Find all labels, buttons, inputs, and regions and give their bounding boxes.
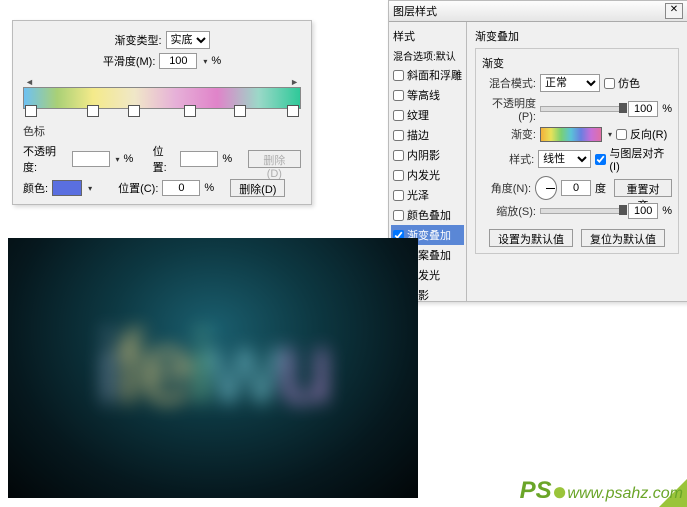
effect-checkbox[interactable] [393,210,404,221]
effect-item[interactable]: 纹理 [391,105,464,125]
effect-item[interactable]: 光泽 [391,185,464,205]
gradient-editor-panel: 渐变类型: 实底 平滑度(M): ▾ % ◄► 色标 不透明度: ▾ % 位置:… [12,20,312,205]
align-checkbox[interactable]: 与图层对齐(I) [595,145,672,173]
effect-checkbox[interactable] [393,150,404,161]
effect-label: 等高线 [407,87,440,103]
effect-item[interactable]: 等高线 [391,85,464,105]
right-arrow-icon[interactable]: ► [290,77,299,87]
gradient-stop[interactable] [184,105,196,117]
opacity-label: 不透明度(P): [482,95,536,123]
preview-text: ifeiwu [8,238,418,498]
stop-position-input [180,151,218,167]
effect-checkbox[interactable] [393,130,404,141]
dither-checkbox[interactable]: 仿色 [604,75,640,91]
stops-section-title: 色标 [23,123,301,139]
smoothness-input[interactable] [159,53,197,69]
stop-opacity-input [72,151,110,167]
dropdown-icon[interactable]: ▾ [88,184,92,193]
blend-mode-select[interactable]: 正常 [540,74,600,92]
effect-label: 光泽 [407,187,429,203]
effect-label: 内阴影 [407,147,440,163]
layer-style-dialog: 图层样式 ✕ 样式 混合选项:默认 斜面和浮雕等高线纹理描边内阴影内发光光泽颜色… [388,0,687,302]
style-select[interactable]: 线性 [538,150,591,168]
group-title: 渐变叠加 [475,28,679,44]
scale-label: 缩放(S): [482,203,536,219]
percent-label: % [222,153,232,165]
watermark: PS●www.psahz.com [520,474,683,505]
angle-label: 角度(N): [482,180,531,196]
reset-default-button[interactable]: 复位为默认值 [581,229,665,247]
effect-item[interactable]: 内发光 [391,165,464,185]
close-icon[interactable]: ✕ [665,3,683,19]
left-arrow-icon[interactable]: ◄ [25,77,34,87]
color-position-label: 位置(C): [118,180,158,196]
gradient-bar-area: ◄► [23,77,301,109]
blend-default-label[interactable]: 混合选项:默认 [391,46,464,65]
color-swatch[interactable] [52,180,82,196]
effect-item[interactable]: 内阴影 [391,145,464,165]
angle-input[interactable] [561,180,591,196]
reset-align-button[interactable]: 重置对齐 [614,179,672,197]
dropdown-icon[interactable]: ▾ [608,130,612,139]
gradient-type-label: 渐变类型: [114,32,161,48]
effect-label: 内发光 [407,167,440,183]
style-label: 样式: [482,151,534,167]
effect-label: 纹理 [407,107,429,123]
result-preview: ifeiwu [8,238,418,498]
gradient-stop[interactable] [87,105,99,117]
angle-dial[interactable] [535,176,557,200]
blend-mode-label: 混合模式: [482,75,536,91]
effect-checkbox[interactable] [393,190,404,201]
gradient-stop[interactable] [287,105,299,117]
stop-position-label: 位置: [153,143,177,175]
effect-item[interactable]: 描边 [391,125,464,145]
effect-item[interactable]: 颜色叠加 [391,205,464,225]
dialog-titlebar[interactable]: 图层样式 ✕ [389,1,687,22]
opacity-input[interactable] [628,101,658,117]
dropdown-icon: ▾ [116,155,120,164]
stop-opacity-label: 不透明度: [23,143,68,175]
subgroup-title: 渐变 [482,55,672,71]
styles-header: 样式 [391,26,464,46]
gradient-label: 渐变: [482,126,536,142]
effect-label: 斜面和浮雕 [407,67,462,83]
gradient-type-select[interactable]: 实底 [166,31,210,49]
dropdown-icon[interactable]: ▾ [203,57,207,66]
effect-checkbox[interactable] [393,110,404,121]
color-label: 颜色: [23,180,48,196]
color-position-input[interactable] [162,180,200,196]
percent-label: % [204,182,214,194]
smoothness-label: 平滑度(M): [103,53,156,69]
dialog-title: 图层样式 [393,3,437,19]
percent-label: % [211,55,221,67]
effect-checkbox[interactable] [393,70,404,81]
opacity-slider[interactable] [540,106,624,112]
effect-settings-panel: 渐变叠加 渐变 混合模式: 正常 仿色 不透明度(P): % 渐变: ▾ 反 [467,22,687,301]
gradient-stop[interactable] [25,105,37,117]
effect-checkbox[interactable] [393,170,404,181]
gradient-bar[interactable] [23,87,301,109]
effect-item[interactable]: 斜面和浮雕 [391,65,464,85]
scale-input[interactable] [628,203,658,219]
effect-label: 描边 [407,127,429,143]
gradient-stop[interactable] [234,105,246,117]
gradient-stop[interactable] [128,105,140,117]
delete-stop-button: 删除(D) [248,150,301,168]
delete-color-button[interactable]: 删除(D) [230,179,285,197]
effect-label: 颜色叠加 [407,207,451,223]
percent-label: % [124,153,134,165]
gradient-preview[interactable] [540,127,602,142]
set-default-button[interactable]: 设置为默认值 [489,229,573,247]
effect-checkbox[interactable] [393,90,404,101]
scale-slider[interactable] [540,208,624,214]
reverse-checkbox[interactable]: 反向(R) [616,126,667,142]
